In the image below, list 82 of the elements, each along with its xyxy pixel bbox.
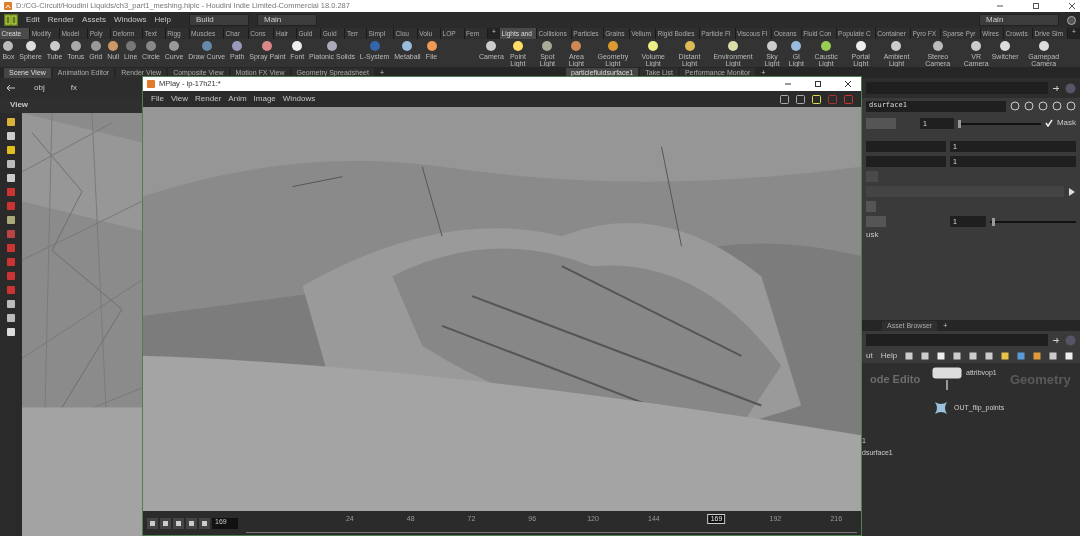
spinner-field[interactable]: [866, 118, 896, 129]
tool-icon: [401, 40, 414, 52]
mask-checkbox[interactable]: Mask: [1044, 119, 1076, 128]
desktop-dropdown[interactable]: Build: [188, 14, 249, 26]
spinner-field[interactable]: [866, 216, 886, 227]
parameter-label: usk: [866, 231, 879, 240]
tool-icon: [69, 40, 82, 52]
close-icon[interactable]: [844, 80, 852, 88]
pin-icon[interactable]: [1052, 335, 1061, 345]
tool-icon: [999, 40, 1012, 52]
tool-icon: [168, 40, 181, 52]
menu-item[interactable]: Render: [195, 94, 222, 104]
viewer-label: View: [10, 101, 29, 110]
back-icon[interactable]: [6, 84, 16, 92]
tool-icon: [541, 40, 554, 52]
square-icon[interactable]: [1065, 352, 1074, 360]
desktop-dropdown[interactable]: Main: [979, 14, 1059, 26]
tool-icon: [261, 40, 274, 52]
tool-icon: [425, 40, 438, 52]
tool-icon: [200, 40, 213, 52]
tool-icon: [820, 40, 833, 52]
slider-thumb[interactable]: [991, 217, 995, 226]
connector-line: [946, 380, 948, 390]
slider[interactable]: [958, 122, 1041, 125]
menu-item[interactable]: Help: [880, 351, 898, 361]
tool-icon: [970, 40, 983, 52]
tool-icon: [727, 40, 740, 52]
tool-icon: [48, 40, 61, 52]
spinner-field[interactable]: [866, 201, 876, 212]
menu-item[interactable]: Help: [154, 15, 171, 25]
menu-item[interactable]: Windows: [114, 15, 147, 25]
tool-icon: [485, 40, 498, 52]
maximize-icon[interactable]: [1032, 2, 1040, 10]
menu-item[interactable]: Edit: [26, 15, 40, 25]
tool-icon: [89, 40, 102, 52]
app-logo-icon: [4, 14, 18, 26]
tool-icon: [368, 40, 381, 52]
pin-icon[interactable]: [1052, 83, 1061, 93]
slider[interactable]: [990, 220, 1076, 223]
tool-icon: [790, 40, 803, 52]
tool-icon: [2, 40, 15, 52]
tool-icon: [766, 40, 778, 52]
tool-icon: [145, 40, 158, 52]
tool-icon: [326, 40, 339, 52]
minimize-icon[interactable]: [784, 80, 792, 88]
node-icon[interactable]: [932, 399, 950, 417]
value-field[interactable]: [866, 156, 946, 167]
tool-icon: [890, 40, 903, 52]
tool-icon: [1037, 40, 1050, 52]
tool-icon: [511, 40, 524, 52]
tool-icon: [931, 40, 944, 52]
menu-item[interactable]: Assets: [82, 15, 107, 25]
value-field[interactable]: [866, 141, 946, 152]
maximize-icon[interactable]: [814, 80, 822, 88]
tool-icon: [124, 40, 137, 52]
menu-item[interactable]: Windows: [282, 94, 316, 104]
tool-icon: [570, 40, 583, 52]
tool-icon: [291, 40, 304, 52]
tool-icon: [107, 40, 120, 52]
node-icon[interactable]: [932, 367, 962, 379]
tool-icon: [231, 40, 244, 52]
menu-item[interactable]: ut: [866, 351, 873, 361]
tool-icon: [683, 40, 696, 52]
path-item[interactable]: obj: [26, 83, 53, 93]
path-item[interactable]: fx: [62, 83, 85, 93]
editor-label: ode Edito: [870, 373, 921, 386]
menu-item[interactable]: Anim: [228, 94, 247, 104]
desktop-dropdown[interactable]: Main: [256, 14, 317, 26]
tool-icon: [647, 40, 660, 52]
app-logo-icon: [147, 80, 155, 88]
menu-item[interactable]: Image: [253, 94, 276, 104]
close-icon[interactable]: [1068, 2, 1076, 10]
menu-item[interactable]: Render: [47, 15, 75, 25]
menu-item[interactable]: File: [151, 94, 164, 104]
checkbox-icon[interactable]: [1044, 119, 1053, 128]
menu-item[interactable]: View: [170, 94, 189, 104]
tool-icon: [854, 40, 867, 52]
tool-icon: [24, 40, 37, 52]
arrow-icon[interactable]: [1068, 187, 1076, 196]
tool-icon: [606, 40, 619, 52]
path-field[interactable]: [866, 334, 1048, 346]
slider-thumb[interactable]: [958, 119, 961, 128]
